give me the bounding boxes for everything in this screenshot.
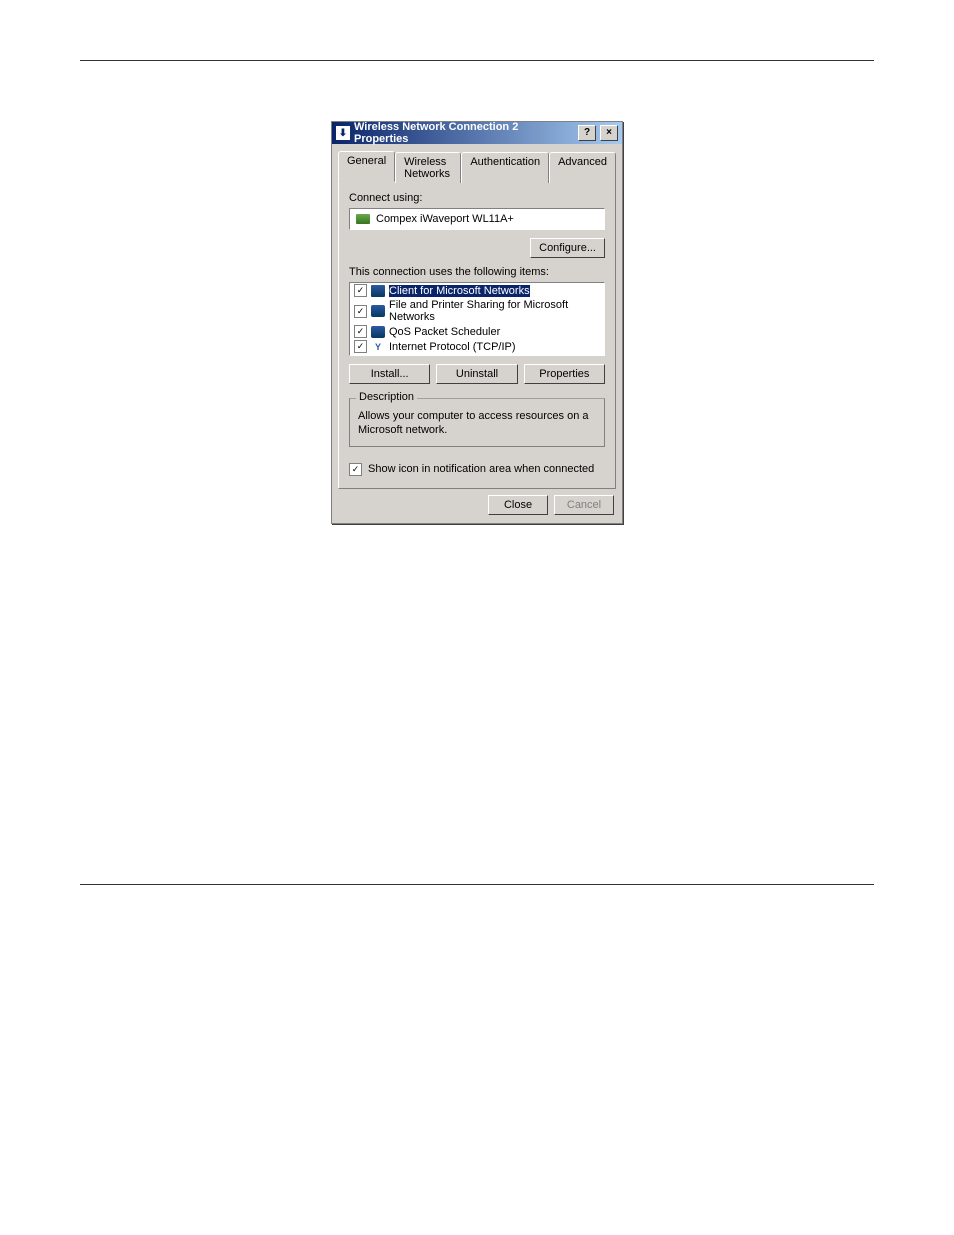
properties-button[interactable]: Properties: [524, 364, 605, 384]
configure-button[interactable]: Configure...: [530, 238, 605, 258]
list-item-label: Internet Protocol (TCP/IP): [389, 341, 516, 353]
tab-panel: Connect using: Compex iWaveport WL11A+ C…: [338, 181, 616, 489]
close-button[interactable]: Close: [488, 495, 548, 515]
help-button[interactable]: ?: [578, 125, 596, 141]
checkbox-icon[interactable]: ✓: [354, 305, 367, 318]
service-icon: [371, 305, 385, 317]
list-item[interactable]: ✓ QoS Packet Scheduler: [350, 324, 604, 339]
list-item[interactable]: ✓ Y Internet Protocol (TCP/IP): [350, 339, 604, 354]
app-icon: ⬇: [336, 126, 350, 140]
protocol-icon: Y: [371, 341, 385, 353]
adapter-box: Compex iWaveport WL11A+: [349, 208, 605, 230]
list-item-label: File and Printer Sharing for Microsoft N…: [389, 299, 600, 323]
checkbox-icon[interactable]: ✓: [354, 284, 367, 297]
properties-dialog: ⬇ Wireless Network Connection 2 Properti…: [331, 121, 623, 524]
description-label: Description: [356, 391, 417, 403]
connect-using-label: Connect using:: [349, 192, 605, 204]
bottom-rule: [80, 884, 874, 885]
show-icon-checkbox[interactable]: ✓: [349, 463, 362, 476]
adapter-name: Compex iWaveport WL11A+: [376, 213, 514, 225]
client-icon: [371, 285, 385, 297]
list-item[interactable]: ✓ File and Printer Sharing for Microsoft…: [350, 298, 604, 324]
close-icon[interactable]: ×: [600, 125, 618, 141]
install-button[interactable]: Install...: [349, 364, 430, 384]
list-item[interactable]: ✓ Client for Microsoft Networks: [350, 283, 604, 298]
list-item-label: Client for Microsoft Networks: [389, 285, 530, 297]
nic-icon: [356, 214, 370, 224]
show-icon-row[interactable]: ✓ Show icon in notification area when co…: [349, 463, 605, 476]
components-listbox[interactable]: ✓ Client for Microsoft Networks ✓ File a…: [349, 282, 605, 356]
cancel-button: Cancel: [554, 495, 614, 515]
checkbox-icon[interactable]: ✓: [354, 325, 367, 338]
top-rule: [80, 60, 874, 61]
tab-authentication[interactable]: Authentication: [461, 152, 549, 183]
dialog-title: Wireless Network Connection 2 Properties: [354, 121, 574, 145]
tab-row: General Wireless Networks Authentication…: [332, 144, 622, 181]
show-icon-label: Show icon in notification area when conn…: [368, 463, 594, 475]
uninstall-button[interactable]: Uninstall: [436, 364, 517, 384]
checkbox-icon[interactable]: ✓: [354, 340, 367, 353]
list-item-label: QoS Packet Scheduler: [389, 326, 500, 338]
description-group: Description Allows your computer to acce…: [349, 398, 605, 447]
items-label: This connection uses the following items…: [349, 266, 605, 278]
tab-general[interactable]: General: [338, 151, 395, 182]
tab-advanced[interactable]: Advanced: [549, 152, 616, 183]
titlebar[interactable]: ⬇ Wireless Network Connection 2 Properti…: [332, 122, 622, 144]
tab-wireless-networks[interactable]: Wireless Networks: [395, 152, 461, 183]
service-icon: [371, 326, 385, 338]
description-text: Allows your computer to access resources…: [358, 409, 596, 438]
